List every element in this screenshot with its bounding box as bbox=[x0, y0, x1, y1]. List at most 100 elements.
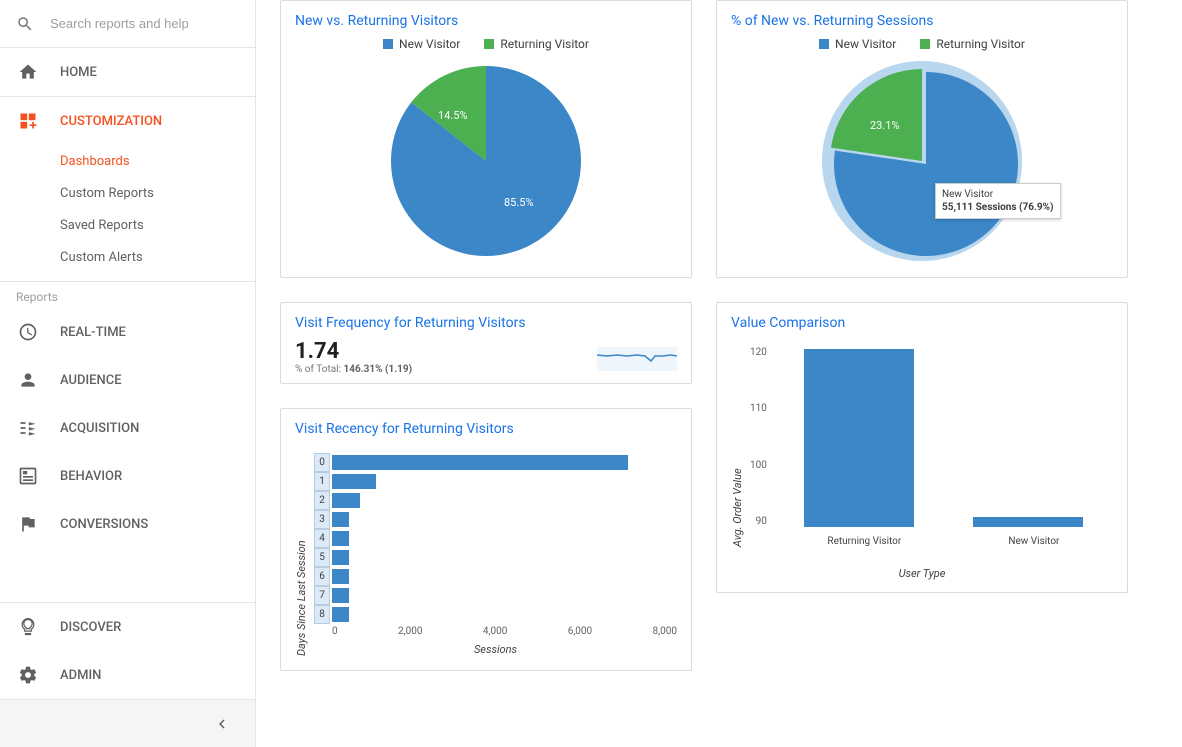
card-title[interactable]: Value Comparison bbox=[717, 303, 1127, 339]
reports-section-label: Reports bbox=[0, 281, 255, 308]
card-title[interactable]: % of New vs. Returning Sessions bbox=[717, 1, 1127, 37]
hbar-label: 0 bbox=[314, 453, 330, 472]
chart-legend: New Visitor Returning Visitor bbox=[717, 37, 1127, 55]
legend-item-returning[interactable]: Returning Visitor bbox=[920, 37, 1025, 51]
collapse-sidebar[interactable] bbox=[0, 699, 255, 747]
nav-label: HOME bbox=[60, 65, 97, 80]
dashboard-main: New vs. Returning Visitors New Visitor R… bbox=[256, 0, 1182, 747]
pie-chart: 23.1% New Visitor 55,111 Sessions (76.9%… bbox=[717, 55, 1127, 277]
behavior-icon bbox=[16, 466, 40, 486]
nav-acquisition[interactable]: ACQUISITION bbox=[0, 404, 255, 452]
x-axis-ticks: 0 2,000 4,000 6,000 8,000 bbox=[314, 624, 677, 637]
card-title[interactable]: Visit Frequency for Returning Visitors bbox=[281, 303, 691, 339]
sub-dashboards[interactable]: Dashboards bbox=[60, 145, 255, 177]
hbar-row: 7 bbox=[314, 586, 677, 605]
hbar-row: 0 bbox=[314, 453, 677, 472]
pie-chart: 85.5% 14.5% bbox=[281, 55, 691, 277]
chart-tooltip: New Visitor 55,111 Sessions (76.9%) bbox=[935, 183, 1061, 219]
sparkline bbox=[583, 347, 691, 383]
y-axis-ticks: 120 110 100 90 bbox=[750, 347, 767, 527]
hbar-label: 1 bbox=[314, 472, 330, 491]
bar-new bbox=[973, 517, 1083, 527]
hbar-row: 6 bbox=[314, 567, 677, 586]
hbar-bar bbox=[332, 550, 349, 565]
nav-label: CONVERSIONS bbox=[60, 517, 148, 532]
hbar-label: 5 bbox=[314, 548, 330, 567]
x-axis-label: User Type bbox=[717, 567, 1127, 580]
sub-saved-reports[interactable]: Saved Reports bbox=[60, 209, 255, 241]
nav-label: AUDIENCE bbox=[60, 373, 122, 388]
nav-realtime[interactable]: REAL-TIME bbox=[0, 308, 255, 356]
y-axis-label: Days Since Last Session bbox=[295, 453, 308, 656]
lightbulb-icon bbox=[16, 617, 40, 637]
hbar-row: 5 bbox=[314, 548, 677, 567]
customization-icon bbox=[16, 111, 40, 131]
nav-label: BEHAVIOR bbox=[60, 469, 122, 484]
legend-item-new[interactable]: New Visitor bbox=[383, 37, 460, 51]
search-row bbox=[0, 0, 255, 48]
pie-label-new: 85.5% bbox=[504, 196, 534, 209]
search-icon bbox=[16, 15, 34, 33]
search-input[interactable] bbox=[50, 16, 239, 31]
nav-audience[interactable]: AUDIENCE bbox=[0, 356, 255, 404]
hbar-row: 3 bbox=[314, 510, 677, 529]
nav-home[interactable]: HOME bbox=[0, 48, 255, 96]
card-new-vs-returning-visitors: New vs. Returning Visitors New Visitor R… bbox=[280, 0, 692, 278]
sidebar: HOME CUSTOMIZATION Dashboards Custom Rep… bbox=[0, 0, 256, 747]
bar-returning bbox=[804, 349, 914, 527]
hbar-row: 4 bbox=[314, 529, 677, 548]
hbar-bar bbox=[332, 531, 349, 546]
flag-icon bbox=[16, 514, 40, 534]
hbar-label: 7 bbox=[314, 586, 330, 605]
hbar-bar bbox=[332, 607, 349, 622]
hbar-bar bbox=[332, 455, 628, 470]
nav-conversions[interactable]: CONVERSIONS bbox=[0, 500, 255, 548]
nav-label: ADMIN bbox=[60, 668, 101, 683]
home-icon bbox=[16, 62, 40, 82]
pie-label-returning: 14.5% bbox=[438, 109, 468, 122]
chart-legend: New Visitor Returning Visitor bbox=[281, 37, 691, 55]
nav-discover[interactable]: DISCOVER bbox=[0, 603, 255, 651]
metric-value: 1.74 bbox=[295, 339, 412, 364]
hbar-label: 6 bbox=[314, 567, 330, 586]
legend-item-returning[interactable]: Returning Visitor bbox=[484, 37, 589, 51]
hbar-row: 8 bbox=[314, 605, 677, 624]
legend-item-new[interactable]: New Visitor bbox=[819, 37, 896, 51]
nav-customization[interactable]: CUSTOMIZATION bbox=[0, 97, 255, 145]
hbar-label: 4 bbox=[314, 529, 330, 548]
hbar-bar bbox=[332, 569, 349, 584]
metric-subtext: % of Total: 146.31% (1.19) bbox=[295, 364, 412, 375]
card-title[interactable]: New vs. Returning Visitors bbox=[281, 1, 691, 37]
x-axis-ticks: Returning Visitor New Visitor bbox=[774, 536, 1113, 547]
x-axis-label: Sessions bbox=[314, 643, 677, 656]
hbar-bar bbox=[332, 588, 349, 603]
card-visit-recency: Visit Recency for Returning Visitors Day… bbox=[280, 408, 692, 671]
chevron-left-icon bbox=[213, 715, 231, 733]
hbar-label: 3 bbox=[314, 510, 330, 529]
card-visit-frequency: Visit Frequency for Returning Visitors 1… bbox=[280, 302, 692, 384]
customization-submenu: Dashboards Custom Reports Saved Reports … bbox=[0, 145, 255, 273]
hbar-bar bbox=[332, 512, 349, 527]
hbar-label: 8 bbox=[314, 605, 330, 624]
card-pct-new-vs-returning-sessions: % of New vs. Returning Sessions New Visi… bbox=[716, 0, 1128, 278]
nav-label: ACQUISITION bbox=[60, 421, 139, 436]
nav-admin[interactable]: ADMIN bbox=[0, 651, 255, 699]
sub-custom-alerts[interactable]: Custom Alerts bbox=[60, 241, 255, 273]
sub-custom-reports[interactable]: Custom Reports bbox=[60, 177, 255, 209]
card-title[interactable]: Visit Recency for Returning Visitors bbox=[281, 409, 691, 445]
nav-behavior[interactable]: BEHAVIOR bbox=[0, 452, 255, 500]
person-icon bbox=[16, 370, 40, 390]
acquisition-icon bbox=[16, 418, 40, 438]
hbar-bar bbox=[332, 493, 360, 508]
nav-label: CUSTOMIZATION bbox=[60, 114, 162, 129]
pie-label-returning: 23.1% bbox=[870, 119, 900, 132]
hbar-bar bbox=[332, 474, 376, 489]
card-value-comparison: Value Comparison Avg. Order Value 120 11… bbox=[716, 302, 1128, 593]
nav-label: REAL-TIME bbox=[60, 325, 126, 340]
clock-icon bbox=[16, 322, 40, 342]
hbar-label: 2 bbox=[314, 491, 330, 510]
bar-group bbox=[774, 347, 1113, 527]
hbar-row: 1 bbox=[314, 472, 677, 491]
hbar-row: 2 bbox=[314, 491, 677, 510]
gear-icon bbox=[16, 665, 40, 685]
